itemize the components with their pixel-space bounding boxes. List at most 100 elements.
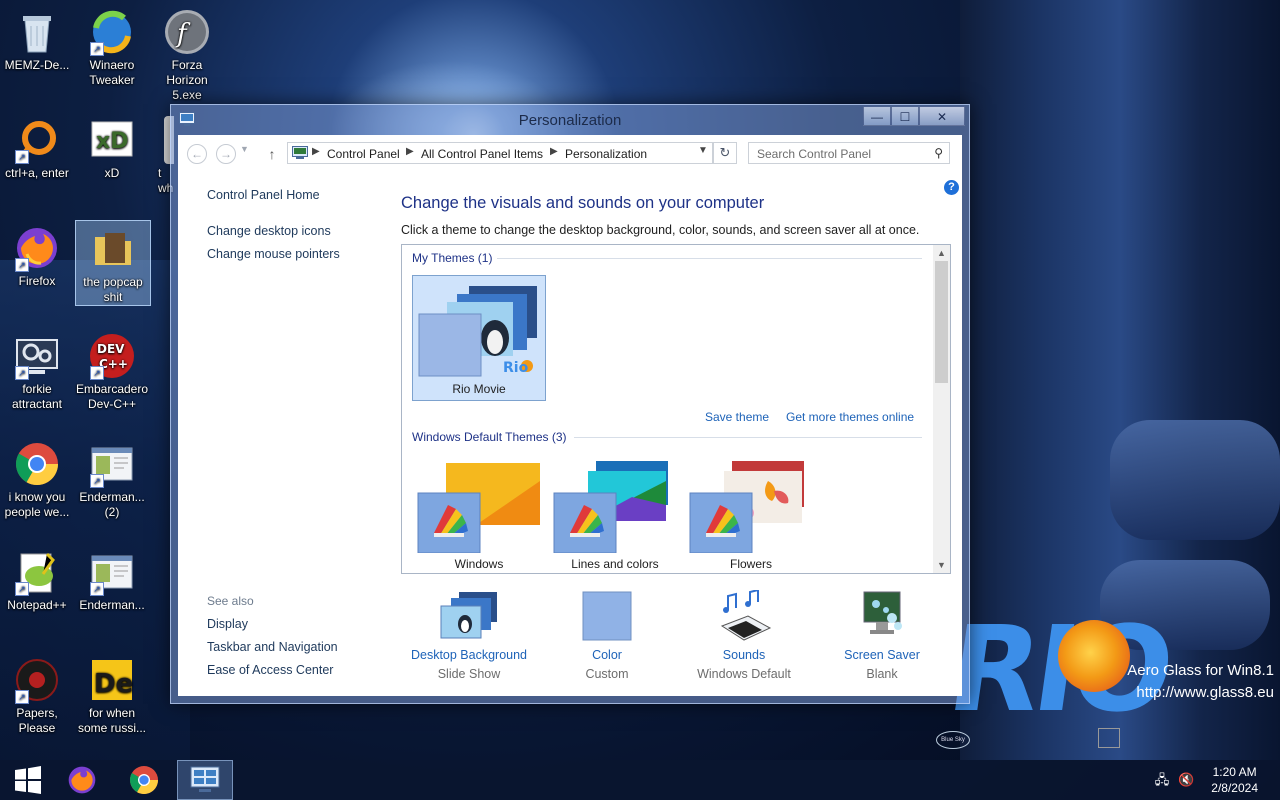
minimize-button[interactable]: —: [863, 106, 891, 126]
taskbar-chrome[interactable]: [116, 760, 172, 800]
breadcrumb-separator-icon: ▶: [312, 146, 320, 157]
group-divider: [497, 258, 922, 259]
desktop-icon-forza-horizon[interactable]: f Forza Horizon 5.exe: [150, 4, 224, 103]
address-bar[interactable]: ▶ Control Panel ▶ All Control Panel Item…: [287, 142, 713, 164]
desktop-icon-popcap-folder[interactable]: the popcap shit: [75, 220, 151, 306]
theme-label: Windows: [454, 557, 504, 571]
windows-default-themes-header[interactable]: Windows Default Themes (3): [412, 430, 567, 444]
theme-lines-and-colors[interactable]: Lines and colors: [548, 457, 682, 573]
shortcut-arrow-icon: ↗: [15, 366, 29, 380]
rio-theme-preview-icon: Rio: [417, 280, 543, 383]
scroll-up-icon[interactable]: ▲: [933, 245, 950, 261]
breadcrumb-separator-icon: ▶: [406, 146, 414, 157]
setting-value: Slide Show: [437, 667, 501, 681]
setting-value: Blank: [866, 667, 898, 681]
theme-list[interactable]: My Themes (1) Rio Rio Movie Save theme G…: [401, 244, 951, 574]
desktop-icon-chrome-shortcut[interactable]: i know you people we...: [0, 436, 74, 520]
window-titlebar[interactable]: Personalization — ☐ ✕: [171, 105, 969, 135]
firefox-icon: ↗: [13, 224, 61, 272]
address-toolbar: ← → ▼ ↑ ▶ Control Panel ▶ All Control Pa…: [178, 135, 962, 173]
windows-theme-preview-icon: [416, 461, 542, 556]
desktop-icon-forkie-attractant[interactable]: ↗ forkie attractant: [0, 328, 74, 412]
desktop-icon-dev-cpp[interactable]: DEV C++ ↗ Embarcadero Dev-C++: [75, 328, 149, 412]
up-button[interactable]: ↑: [264, 144, 280, 164]
desktop-icon-label: i know you people we...: [4, 490, 70, 519]
desktop-icon-notepad-plus-plus[interactable]: ↗ Notepad++: [0, 544, 74, 613]
system-clock[interactable]: 1:20 AM 2/8/2024: [1211, 764, 1258, 796]
winaero-tweaker-icon: ↗: [88, 8, 136, 56]
desktop-icon-label: Papers, Please: [16, 706, 58, 735]
link-change-mouse-pointers[interactable]: Change mouse pointers: [207, 247, 340, 261]
desktop-icon-label: Enderman...: [79, 598, 145, 612]
control-panel-icon: [292, 146, 308, 160]
breadcrumb-personalization[interactable]: Personalization: [565, 147, 647, 161]
help-icon[interactable]: ?: [944, 180, 959, 195]
refresh-button[interactable]: ↻: [713, 142, 737, 164]
orange-ring-icon: ↗: [13, 116, 61, 164]
screen-saver-setting[interactable]: Screen Saver Blank: [812, 590, 952, 681]
breadcrumb-control-panel[interactable]: Control Panel: [327, 147, 400, 161]
volume-muted-icon[interactable]: 🔇: [1178, 772, 1194, 788]
personalization-window[interactable]: Personalization — ☐ ✕ ← → ▼ ↑ ▶ Control …: [170, 104, 970, 704]
taskbar-firefox[interactable]: [54, 760, 110, 800]
desktop-icon-ctrl-a-enter[interactable]: ↗ ctrl+a, enter: [0, 112, 74, 181]
recycle-bin-icon: [13, 8, 61, 56]
theme-list-scrollbar[interactable]: ▲ ▼: [933, 245, 950, 573]
save-theme-link[interactable]: Save theme: [705, 410, 769, 424]
maximize-button[interactable]: ☐: [891, 106, 919, 126]
desktop-icon-papers-please[interactable]: ↗ Papers, Please: [0, 652, 74, 736]
theme-flowers[interactable]: Flowers: [684, 457, 818, 573]
desktop-icon-xd[interactable]: xD xD: [75, 112, 149, 181]
get-more-themes-link[interactable]: Get more themes online: [786, 410, 914, 424]
windows-logo-icon: [15, 766, 41, 794]
desktop-icon-firefox[interactable]: ↗ Firefox: [0, 220, 74, 289]
start-button[interactable]: [0, 760, 56, 800]
desktop-background-icon: [439, 590, 499, 642]
aero-glass-url: http://www.glass8.eu: [1136, 684, 1274, 701]
network-icon[interactable]: 🖧: [1154, 772, 1170, 788]
theme-rio-movie[interactable]: Rio Rio Movie: [412, 275, 546, 401]
address-dropdown-icon[interactable]: ▼: [696, 145, 710, 156]
close-button[interactable]: ✕: [919, 106, 965, 126]
link-change-desktop-icons[interactable]: Change desktop icons: [207, 224, 331, 238]
my-themes-header[interactable]: My Themes (1): [412, 251, 492, 265]
clock-date: 2/8/2024: [1211, 781, 1258, 795]
recent-pages-dropdown-icon[interactable]: ▼: [240, 144, 249, 154]
desktop-icon-label: xD: [104, 166, 120, 180]
desktop-icon-label: Notepad++: [7, 598, 67, 612]
link-ease-of-access-center[interactable]: Ease of Access Center: [207, 663, 333, 677]
sounds-setting[interactable]: Sounds Windows Default: [674, 588, 814, 681]
background-tree-ring: [1110, 420, 1280, 540]
rio-logo-ball: [1058, 620, 1130, 692]
desktop-icon-for-when-some-russi[interactable]: De for when some russi...: [75, 652, 149, 736]
sounds-icon: [714, 588, 774, 642]
color-setting[interactable]: Color Custom: [537, 590, 677, 681]
desktop-icon-enderman-2[interactable]: ↗ Enderman... (2): [75, 436, 149, 520]
link-taskbar-and-navigation[interactable]: Taskbar and Navigation: [207, 640, 338, 654]
page-title: Change the visuals and sounds on your co…: [401, 194, 765, 212]
back-button[interactable]: ←: [187, 144, 207, 164]
window-title: Personalization: [518, 112, 622, 129]
scrollbar-thumb[interactable]: [935, 261, 948, 383]
scroll-down-icon[interactable]: ▼: [933, 557, 950, 573]
chrome-icon: [13, 440, 61, 488]
search-placeholder: Search Control Panel: [757, 147, 872, 161]
theme-windows[interactable]: Windows: [412, 457, 546, 573]
forward-button[interactable]: →: [216, 144, 236, 164]
breadcrumb-all-items[interactable]: All Control Panel Items: [421, 147, 543, 161]
desktop-icon-enderman[interactable]: ↗ Enderman...: [75, 544, 149, 613]
taskbar-control-panel[interactable]: [177, 760, 233, 800]
window-app-icon: ↗: [88, 548, 136, 596]
desktop-background-setting[interactable]: Desktop Background Slide Show: [399, 590, 539, 681]
search-input[interactable]: Search Control Panel ⚲: [748, 142, 950, 164]
de-logo-icon: De: [88, 656, 136, 704]
desktop-icon-winaero-tweaker[interactable]: ↗ Winaero Tweaker: [75, 4, 149, 88]
page-description: Click a theme to change the desktop back…: [401, 223, 920, 237]
shortcut-arrow-icon: ↗: [15, 150, 29, 164]
setting-title: Screen Saver: [844, 648, 920, 662]
desktop-icon-recycle-bin[interactable]: MEMZ-De...: [0, 4, 74, 73]
search-icon[interactable]: ⚲: [934, 146, 943, 160]
link-control-panel-home[interactable]: Control Panel Home: [207, 188, 320, 202]
link-display[interactable]: Display: [207, 617, 248, 631]
setting-title: Sounds: [722, 648, 766, 662]
